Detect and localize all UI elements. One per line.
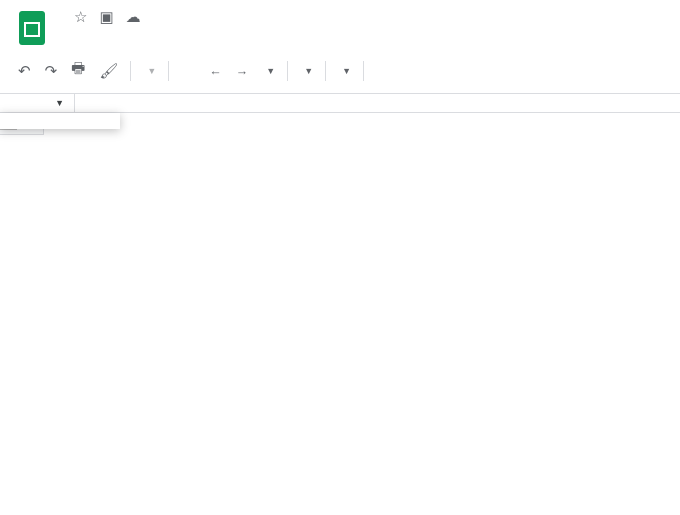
font-size-dropdown[interactable]: ▼ bbox=[332, 62, 357, 80]
increase-decimal-button[interactable]: → bbox=[230, 60, 255, 82]
undo-button[interactable]: ↶ bbox=[12, 58, 37, 84]
percent-button[interactable] bbox=[189, 67, 201, 75]
currency-button[interactable] bbox=[175, 67, 187, 75]
move-icon[interactable]: ▣ bbox=[99, 8, 113, 26]
strikethrough-button[interactable] bbox=[398, 67, 410, 75]
fx-label bbox=[75, 99, 95, 107]
text-color-button[interactable] bbox=[412, 65, 424, 76]
star-icon[interactable]: ☆ bbox=[74, 8, 87, 26]
font-dropdown[interactable]: ▼ bbox=[294, 62, 319, 80]
zoom-dropdown[interactable]: ▼ bbox=[137, 62, 162, 80]
bold-button[interactable] bbox=[370, 67, 382, 75]
print-button[interactable]: 🖶 bbox=[65, 54, 91, 87]
cloud-icon: ☁ bbox=[126, 8, 141, 26]
sheets-logo[interactable] bbox=[12, 8, 52, 48]
name-box[interactable]: ▼ bbox=[0, 94, 75, 112]
more-formats-dropdown[interactable]: ▼ bbox=[256, 62, 281, 80]
decrease-decimal-button[interactable]: ← bbox=[203, 60, 228, 82]
validation-dropdown[interactable] bbox=[0, 113, 120, 129]
redo-button[interactable]: ↷ bbox=[39, 58, 64, 84]
toolbar: ↶ ↷ 🖶 🖌 ▼ ← → ▼ ▼ ▼ bbox=[0, 48, 680, 94]
paint-format-button[interactable]: 🖌 bbox=[93, 58, 124, 84]
italic-button[interactable] bbox=[384, 67, 396, 75]
